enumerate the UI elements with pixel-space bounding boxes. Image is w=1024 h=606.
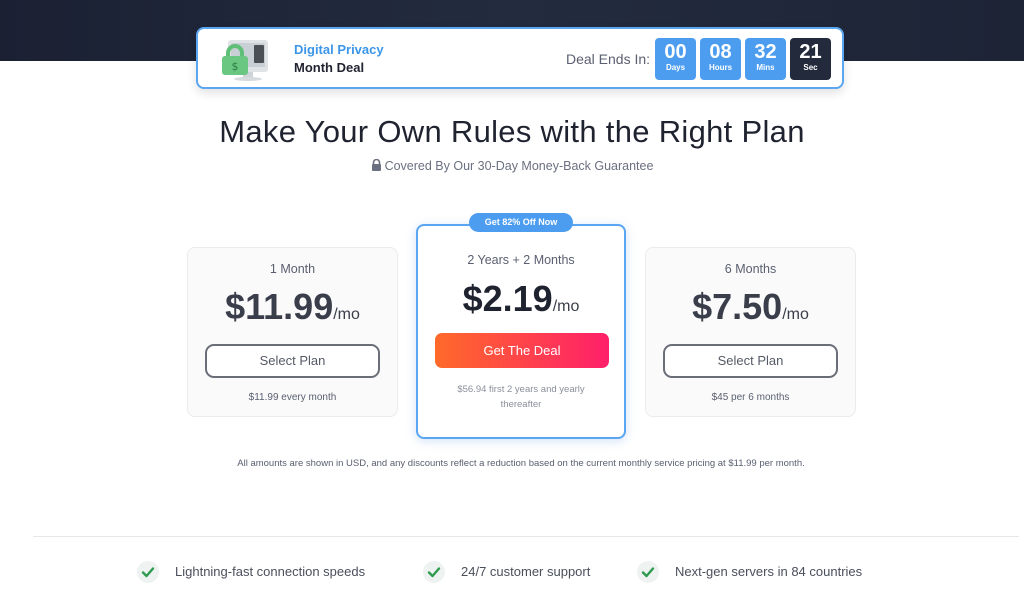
timer-days-value: 00 [664,41,687,63]
guarantee-line: Covered By Our 30-Day Money-Back Guarant… [0,159,1024,173]
price-per: /mo [782,306,809,323]
check-icon [137,561,159,583]
deal-ends-label: Deal Ends In: [566,51,651,67]
section-divider [33,536,1019,537]
timer-secs-unit: Sec [803,63,818,72]
get-the-deal-button[interactable]: Get The Deal [435,333,609,368]
check-icon [637,561,659,583]
guarantee-text: Covered By Our 30-Day Money-Back Guarant… [384,159,654,173]
timer-secs: 21 Sec [790,38,831,80]
timer-secs-value: 21 [799,41,822,63]
plan-name: 1 Month [269,262,316,276]
privacy-illustration: $ [222,40,268,81]
plan-card-2-years: 2 Years + 2 Months $2.19/mo Get The Deal… [416,224,626,439]
deal-banner: $ Digital Privacy Month Deal Deal Ends I… [196,27,844,89]
feature-text: 24/7 customer support [461,564,591,579]
plan-name: 6 Months [724,262,777,276]
timer-mins-unit: Mins [756,63,775,72]
price-per: /mo [333,306,360,323]
select-plan-button[interactable]: Select Plan [205,344,380,378]
timer-mins: 32 Mins [745,38,786,80]
plan-note: $45 per 6 months [711,392,790,403]
price-per: /mo [552,298,580,315]
feature-text: Lightning-fast connection speeds [175,564,366,579]
lock-icon [371,159,381,171]
plan-note: $11.99 every month [248,392,337,403]
check-icon [423,561,445,583]
price-amount: $7.50 [692,286,783,327]
page-title: Make Your Own Rules with the Right Plan [219,114,805,149]
deal-title-line1: Digital Privacy [294,42,384,57]
timer-mins-value: 32 [754,41,777,63]
timer-hours: 08 Hours [700,38,741,80]
timer-hours-unit: Hours [708,63,733,72]
discount-badge: Get 82% Off Now [469,213,573,232]
plan-price: $11.99/mo [188,286,397,328]
price-amount: $11.99 [225,286,334,327]
plan-price: $2.19/mo [418,278,624,320]
svg-text:$: $ [232,60,239,73]
plan-card-6-months: 6 Months $7.50/mo Select Plan $45 per 6 … [645,247,856,417]
timer-days: 00 Days [655,38,696,80]
pricing-disclaimer: All amounts are shown in USD, and any di… [237,458,805,469]
plan-price: $7.50/mo [646,286,855,328]
plan-note: $56.94 first 2 years and yearly thereaft… [457,384,585,410]
timer-hours-value: 08 [709,41,732,63]
select-plan-button[interactable]: Select Plan [663,344,838,378]
deal-title-line2: Month Deal [294,60,365,75]
price-amount: $2.19 [462,278,553,319]
plan-name: 2 Years + 2 Months [467,253,575,267]
timer-days-unit: Days [665,63,686,72]
feature-text: Next-gen servers in 84 countries [675,564,863,579]
plan-card-1-month: 1 Month $11.99/mo Select Plan $11.99 eve… [187,247,398,417]
